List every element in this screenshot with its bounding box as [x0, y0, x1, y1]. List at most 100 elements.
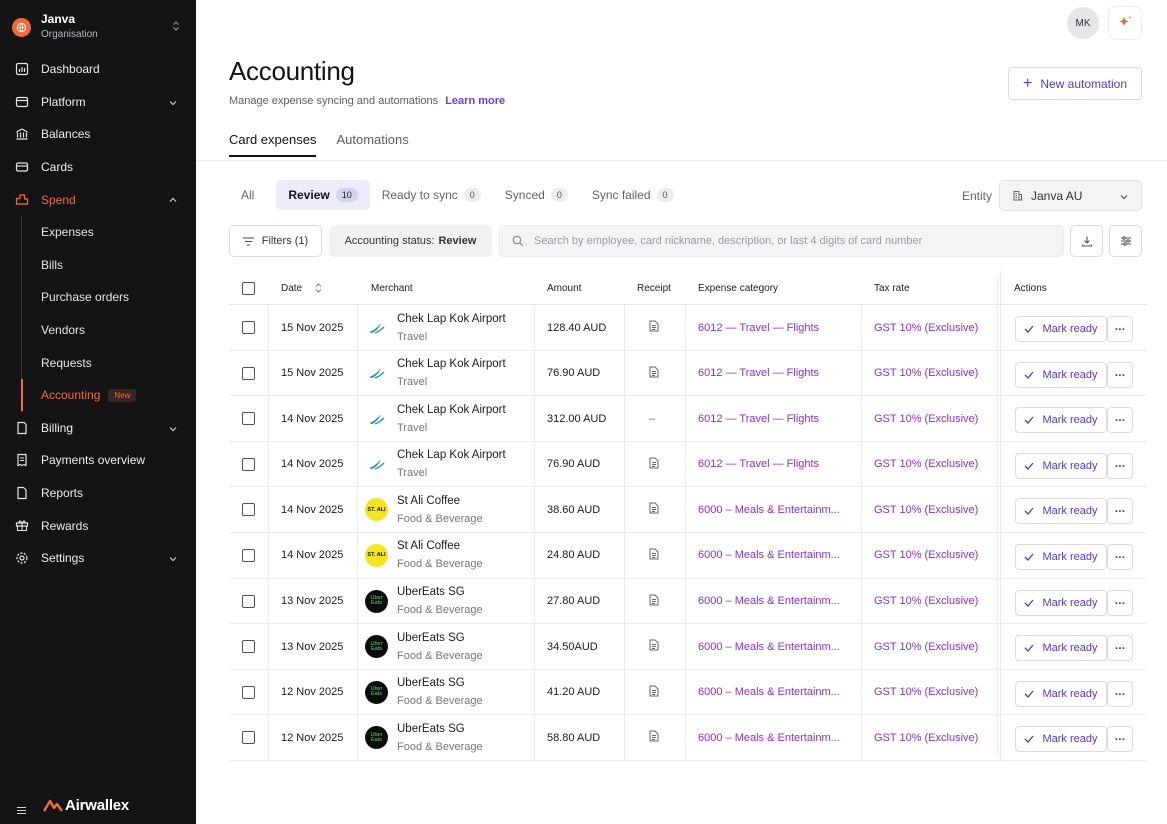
row-checkbox[interactable] — [242, 412, 255, 426]
row-checkbox[interactable] — [242, 640, 255, 654]
tax-rate-cell[interactable]: GST 10% (Exclusive) — [874, 305, 978, 350]
sidebar-item-billing[interactable]: Billing — [0, 412, 196, 445]
sidebar-item-reports[interactable]: Reports — [0, 477, 196, 510]
filters-button[interactable]: Filters (1) — [229, 225, 322, 257]
tax-rate-cell[interactable]: GST 10% (Exclusive) — [874, 533, 978, 578]
more-options-button[interactable]: ··· — [1107, 635, 1133, 662]
table-row[interactable]: 13 Nov 2025 Uber Eats UberEats SG Food & Bev… — [229, 579, 1147, 625]
mark-ready-button[interactable]: Mark ready — [1015, 361, 1107, 388]
receipt-icon[interactable] — [649, 639, 659, 654]
table-row[interactable]: 12 Nov 2025 Uber Eats UberEats SG Food & Bev… — [229, 715, 1147, 761]
more-options-button[interactable]: ··· — [1107, 452, 1133, 479]
mark-ready-button[interactable]: Mark ready — [1015, 589, 1107, 616]
table-row[interactable]: 14 Nov 2025 ST. ALI St Ali Coffee Food & Be… — [229, 487, 1147, 533]
sidebar-item-vendors[interactable]: Vendors — [0, 314, 196, 347]
table-row[interactable]: 14 Nov 2025 ST. ALI St Ali Coffee Food & Be… — [229, 533, 1147, 579]
sidebar-item-cards[interactable]: Cards — [0, 151, 196, 184]
tax-rate-cell[interactable]: GST 10% (Exclusive) — [874, 487, 978, 532]
tax-rate-cell[interactable]: GST 10% (Exclusive) — [874, 579, 978, 624]
table-row[interactable]: 14 Nov 2025 Chek Lap Kok Airport Travel 76.… — [229, 442, 1147, 488]
row-checkbox[interactable] — [242, 321, 255, 334]
row-checkbox[interactable] — [242, 366, 255, 380]
more-options-button[interactable]: ··· — [1107, 680, 1133, 707]
receipt-icon[interactable] — [649, 366, 659, 381]
expense-category-cell[interactable]: 6012 — Travel — Flights — [698, 351, 819, 396]
expense-category-cell[interactable]: 6000 – Meals & Entertainm... — [698, 533, 840, 578]
row-checkbox[interactable] — [242, 731, 255, 745]
row-checkbox[interactable] — [242, 548, 255, 562]
expense-category-cell[interactable]: 6000 – Meals & Entertainm... — [698, 624, 840, 669]
status-tab-all[interactable]: All — [229, 180, 276, 210]
more-options-button[interactable]: ··· — [1107, 498, 1133, 525]
more-options-button[interactable]: ··· — [1107, 543, 1133, 570]
row-checkbox[interactable] — [242, 685, 255, 699]
sidebar-item-spend[interactable]: Spend — [0, 183, 196, 216]
avatar[interactable]: MK — [1067, 7, 1099, 39]
receipt-icon[interactable] — [649, 548, 659, 563]
sidebar-item-requests[interactable]: Requests — [0, 346, 196, 379]
table-row[interactable]: 12 Nov 2025 Uber Eats UberEats SG Food & Bev… — [229, 670, 1147, 716]
mark-ready-button[interactable]: Mark ready — [1015, 635, 1107, 662]
status-tab-review[interactable]: Review 10 — [276, 180, 370, 210]
row-checkbox[interactable] — [242, 594, 255, 608]
sidebar-item-balances[interactable]: Balances — [0, 118, 196, 151]
org-switcher[interactable]: Janva Organisation — [12, 12, 184, 42]
sidebar-item-settings[interactable]: Settings — [0, 542, 196, 575]
table-row[interactable]: 15 Nov 2025 Chek Lap Kok Airport Travel 76.… — [229, 351, 1147, 397]
tax-rate-cell[interactable]: GST 10% (Exclusive) — [874, 624, 978, 669]
table-row[interactable]: 13 Nov 2025 Uber Eats UberEats SG Food & Bev… — [229, 624, 1147, 670]
tax-rate-cell[interactable]: GST 10% (Exclusive) — [874, 396, 978, 441]
mark-ready-button[interactable]: Mark ready — [1015, 498, 1107, 525]
table-row[interactable]: 14 Nov 2025 Chek Lap Kok Airport Travel 312… — [229, 396, 1147, 442]
receipt-icon[interactable] — [649, 320, 659, 335]
expense-category-cell[interactable]: 6000 – Meals & Entertainm... — [698, 715, 840, 760]
more-options-button[interactable]: ··· — [1107, 589, 1133, 616]
column-settings-button[interactable] — [1109, 225, 1142, 257]
tax-rate-cell[interactable]: GST 10% (Exclusive) — [874, 715, 978, 760]
date-header[interactable]: Date — [281, 271, 323, 305]
row-checkbox[interactable] — [242, 503, 255, 517]
expense-category-cell[interactable]: 6012 — Travel — Flights — [698, 396, 819, 441]
mark-ready-button[interactable]: Mark ready — [1015, 680, 1107, 707]
mark-ready-button[interactable]: Mark ready — [1015, 452, 1107, 479]
select-all-checkbox[interactable] — [242, 281, 255, 295]
sidebar-item-dashboard[interactable]: Dashboard — [0, 53, 196, 86]
sidebar-item-platform[interactable]: Platform — [0, 86, 196, 119]
expense-category-cell[interactable]: 6000 – Meals & Entertainm... — [698, 487, 840, 532]
receipt-icon[interactable] — [649, 457, 659, 472]
new-automation-button[interactable]: + New automation — [1008, 67, 1142, 100]
sidebar-item-bills[interactable]: Bills — [0, 249, 196, 282]
tax-rate-cell[interactable]: GST 10% (Exclusive) — [874, 442, 978, 487]
status-tab-ready-to-sync[interactable]: Ready to sync 0 — [370, 180, 493, 210]
receipt-icon[interactable] — [649, 685, 659, 700]
receipt-icon[interactable] — [649, 594, 659, 609]
entity-select[interactable]: Janva AU — [999, 180, 1142, 211]
expense-category-cell[interactable]: 6000 – Meals & Entertainm... — [698, 579, 840, 624]
download-button[interactable] — [1070, 225, 1103, 257]
expense-category-cell[interactable]: 6012 — Travel — Flights — [698, 442, 819, 487]
expense-category-cell[interactable]: 6012 — Travel — Flights — [698, 305, 819, 350]
sidebar-item-purchase-orders[interactable]: Purchase orders — [0, 281, 196, 314]
receipt-icon[interactable] — [649, 502, 659, 517]
mark-ready-button[interactable]: Mark ready — [1015, 726, 1107, 753]
mark-ready-button[interactable]: Mark ready — [1015, 407, 1107, 434]
tab-automations[interactable]: Automations — [336, 132, 408, 157]
status-tab-synced[interactable]: Synced 0 — [493, 180, 580, 210]
sidebar-item-expenses[interactable]: Expenses — [0, 216, 196, 249]
more-options-button[interactable]: ··· — [1107, 316, 1133, 342]
expense-category-cell[interactable]: 6000 – Meals & Entertainm... — [698, 670, 840, 715]
mark-ready-button[interactable]: Mark ready — [1015, 543, 1107, 570]
tax-rate-cell[interactable]: GST 10% (Exclusive) — [874, 670, 978, 715]
sidebar-item-payments-overview[interactable]: Payments overview — [0, 444, 196, 477]
search-input[interactable] — [534, 235, 1054, 247]
sidebar-item-rewards[interactable]: Rewards — [0, 509, 196, 542]
tab-card-expenses[interactable]: Card expenses — [229, 132, 317, 157]
learn-more-link[interactable]: Learn more — [445, 95, 505, 107]
status-tab-sync-failed[interactable]: Sync failed 0 — [580, 180, 686, 210]
tax-rate-cell[interactable]: GST 10% (Exclusive) — [874, 351, 978, 396]
menu-icon[interactable] — [17, 802, 26, 815]
more-options-button[interactable]: ··· — [1107, 361, 1133, 388]
receipt-icon[interactable] — [649, 730, 659, 745]
more-options-button[interactable]: ··· — [1107, 407, 1133, 434]
accounting-status-chip[interactable]: Accounting status: Review — [329, 225, 492, 257]
